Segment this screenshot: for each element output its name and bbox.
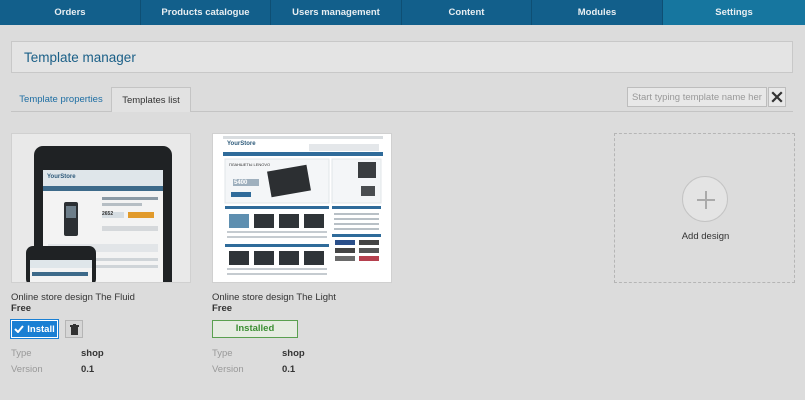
light-preview-logo: YourStore <box>227 141 256 147</box>
fluid-preview-logo: YourStore <box>47 174 76 180</box>
fluid-preview-image <box>12 134 190 282</box>
nav-orders[interactable]: Orders <box>0 0 141 25</box>
clear-search-button[interactable] <box>768 87 786 107</box>
tab-template-properties[interactable]: Template properties <box>11 87 111 112</box>
delete-template-button[interactable] <box>65 320 83 338</box>
light-preview-banner-text: ПЛАНШЕТЫ LENOVO <box>229 162 271 167</box>
template-price-light: Free <box>212 303 233 314</box>
install-button[interactable]: Install <box>10 319 59 339</box>
template-search-input[interactable] <box>627 87 767 107</box>
page-title: Template manager <box>24 50 136 65</box>
version-value-fluid: 0.1 <box>81 364 95 375</box>
nav-content[interactable]: Content <box>402 0 532 25</box>
template-name-light: Online store design The Light <box>212 292 336 303</box>
version-label-light: Version <box>212 364 244 375</box>
trash-icon <box>69 323 79 335</box>
template-name-fluid: Online store design The Fluid <box>11 292 135 303</box>
light-preview-banner-price: 5400 <box>234 180 248 186</box>
add-design-card[interactable]: Add design <box>614 133 795 283</box>
plus-icon <box>697 191 715 209</box>
type-value-fluid: shop <box>81 348 104 359</box>
nav-modules[interactable]: Modules <box>532 0 663 25</box>
close-icon <box>771 91 783 103</box>
light-preview-image <box>213 134 391 282</box>
template-preview-light[interactable]: YourStore ПЛАНШЕТЫ LENOVO 5400 <box>212 133 392 283</box>
type-label-fluid: Type <box>11 348 32 359</box>
installed-status-button[interactable]: Installed <box>212 320 298 338</box>
version-label-fluid: Version <box>11 364 43 375</box>
tabs-divider <box>191 111 793 112</box>
add-design-circle <box>682 176 728 222</box>
top-navigation: Orders Products catalogue Users manageme… <box>0 0 805 25</box>
template-preview-fluid[interactable]: YourStore 2652 <box>11 133 191 283</box>
nav-settings[interactable]: Settings <box>663 0 805 25</box>
tab-templates-list[interactable]: Templates list <box>111 87 191 112</box>
nav-users-management[interactable]: Users management <box>271 0 402 25</box>
check-icon <box>14 325 25 333</box>
type-value-light: shop <box>282 348 305 359</box>
template-price-fluid: Free <box>11 303 32 314</box>
nav-products-catalogue[interactable]: Products catalogue <box>141 0 271 25</box>
install-button-label: Install <box>27 323 55 335</box>
fluid-preview-price: 2652 <box>102 211 114 217</box>
add-design-label: Add design <box>681 231 730 242</box>
page-header: Template manager <box>11 41 793 73</box>
version-value-light: 0.1 <box>282 364 296 375</box>
type-label-light: Type <box>212 348 233 359</box>
